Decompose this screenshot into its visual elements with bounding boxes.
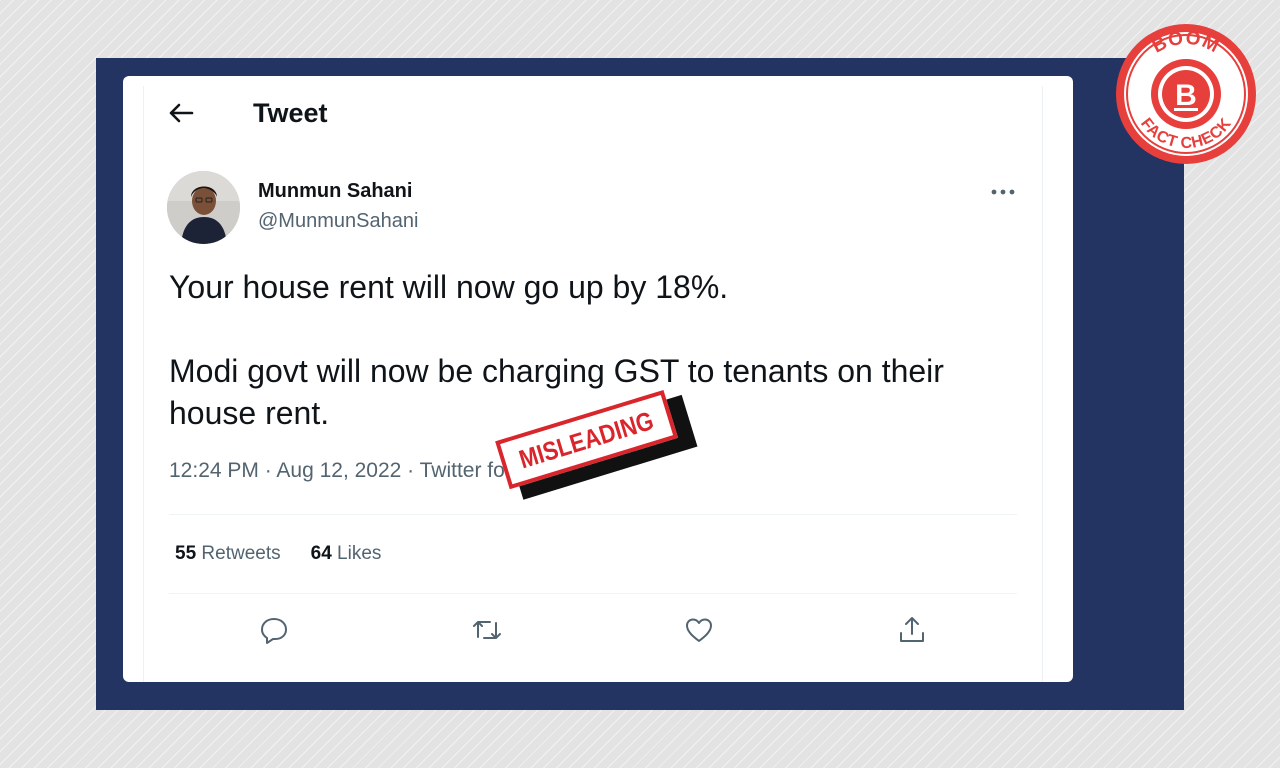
likes-count: 64	[310, 543, 332, 564]
tweet-text-line: Your house rent will now go up by 18%.	[169, 269, 729, 305]
page-title: Tweet	[253, 97, 328, 128]
divider	[169, 593, 1017, 594]
like-button[interactable]	[681, 612, 717, 648]
action-bar	[123, 612, 1073, 652]
back-arrow-icon	[169, 103, 194, 123]
avatar-photo	[167, 171, 240, 244]
retweets-label: Retweets	[201, 543, 281, 564]
tweet-header: Tweet	[168, 94, 568, 132]
divider	[169, 514, 1017, 515]
back-button[interactable]	[168, 98, 198, 128]
avatar[interactable]	[167, 171, 240, 244]
retweet-button[interactable]	[469, 612, 505, 648]
tweet-stats: 55 Retweets 64 Likes	[175, 543, 381, 565]
likes-label: Likes	[337, 543, 382, 564]
like-icon	[686, 618, 712, 642]
share-icon	[900, 617, 924, 642]
retweets-count: 55	[175, 543, 197, 564]
author-name[interactable]: Munmun Sahani	[258, 180, 412, 203]
more-dots-icon	[991, 189, 1015, 195]
retweets-stat[interactable]: 55 Retweets	[175, 543, 281, 565]
boom-fact-check-logo: B BOOM FACT CHECK	[1112, 20, 1260, 168]
likes-stat[interactable]: 64 Likes	[311, 543, 382, 565]
author-handle[interactable]: @MunmunSahani	[258, 210, 418, 233]
more-button[interactable]	[987, 178, 1019, 206]
badge-letter: B	[1175, 79, 1197, 112]
tweet-card: Tweet Munmun Sahani @MunmunSahani Your h…	[123, 76, 1073, 682]
boom-logo-icon: B BOOM FACT CHECK	[1116, 24, 1256, 164]
retweet-icon	[473, 621, 501, 639]
reply-button[interactable]	[256, 612, 292, 648]
share-button[interactable]	[894, 612, 930, 648]
reply-icon	[261, 618, 287, 644]
